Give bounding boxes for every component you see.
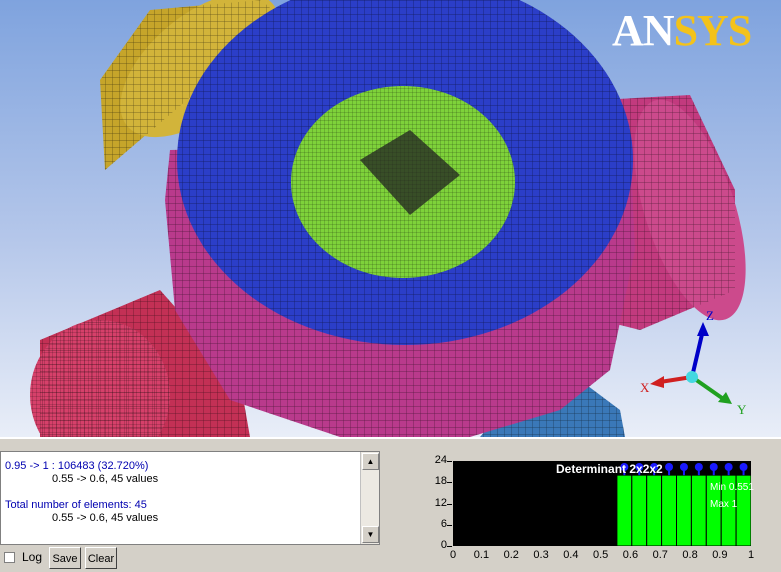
clear-button[interactable]: Clear (85, 547, 117, 569)
y-tick-label: 24 (434, 454, 447, 466)
y-tick-label: 6 (440, 517, 447, 530)
histogram-marker[interactable] (679, 463, 688, 471)
x-tick-label: 0.5 (593, 549, 609, 561)
histogram-marker[interactable] (724, 463, 733, 471)
histogram-bar (616, 474, 633, 547)
y-tick-mark (447, 482, 452, 484)
y-tick-label: 0 (440, 539, 447, 551)
log-text-area[interactable]: 0.95 -> 1 : 106483 (32.720%) 0.55 -> 0.6… (1, 452, 358, 544)
bottom-panel: 0.95 -> 1 : 106483 (32.720%) 0.55 -> 0.6… (0, 437, 781, 572)
save-button[interactable]: Save (49, 547, 81, 569)
axis-y-label: Y (737, 402, 747, 417)
x-tick-label: 0.2 (503, 549, 519, 561)
histogram-title: Determinant 2x2x2 (556, 462, 663, 476)
y-tick-mark (447, 546, 452, 547)
log-line: 0.55 -> 0.6, 45 values (52, 512, 159, 524)
x-tick-label: 0.3 (533, 549, 549, 561)
histogram-marker[interactable] (709, 463, 718, 471)
histogram-min-label: Min 0.551 (710, 482, 754, 493)
histogram-marker[interactable] (739, 463, 748, 471)
y-tick-mark (447, 461, 452, 462)
histogram-marker[interactable] (694, 463, 703, 471)
scroll-up-icon[interactable]: ▲ (362, 453, 379, 470)
log-panel[interactable]: 0.95 -> 1 : 106483 (32.720%) 0.55 -> 0.6… (0, 451, 380, 545)
histogram-plot-area: Determinant 2x2x2 Min 0.551 Max 1 (453, 461, 754, 547)
log-checkbox-label: Log (22, 550, 43, 564)
log-line: Total number of elements: 45 (5, 499, 147, 511)
y-tick-label: 18 (434, 475, 447, 488)
log-line: 0.55 -> 0.6, 45 values (52, 473, 159, 485)
y-tick-label: 12 (434, 496, 447, 509)
x-tick-label: 0.9 (712, 549, 728, 561)
x-tick-label: 0.7 (652, 549, 668, 561)
scroll-down-icon[interactable]: ▼ (362, 526, 379, 543)
x-tick-label: 0.1 (473, 549, 490, 561)
x-tick-label: 0 (450, 549, 457, 561)
x-tick-label: 0.8 (682, 549, 698, 561)
3d-viewport[interactable]: ANSYS Z X Y (0, 0, 781, 437)
histogram-bar (631, 474, 648, 547)
log-line: 0.95 -> 1 : 106483 (32.720%) (5, 460, 149, 472)
x-tick-label: 0.6 (622, 549, 639, 561)
histogram-bar (646, 474, 663, 547)
histogram-max-label: Max 1 (710, 499, 738, 510)
histogram-marker[interactable] (665, 463, 674, 471)
x-tick-label: 1 (748, 549, 755, 561)
histogram-bar (661, 474, 678, 547)
histogram-bar (676, 474, 692, 547)
log-scrollbar[interactable]: ▲ ▼ (360, 452, 379, 544)
axis-triad (650, 322, 732, 404)
axis-x-label: X (640, 380, 650, 395)
y-tick-mark (447, 503, 452, 505)
log-checkbox[interactable] (4, 552, 15, 563)
histogram-bar (690, 474, 707, 547)
x-tick-label: 0.4 (563, 549, 579, 561)
y-tick-mark (447, 524, 452, 526)
axis-z-label: Z (706, 308, 714, 323)
